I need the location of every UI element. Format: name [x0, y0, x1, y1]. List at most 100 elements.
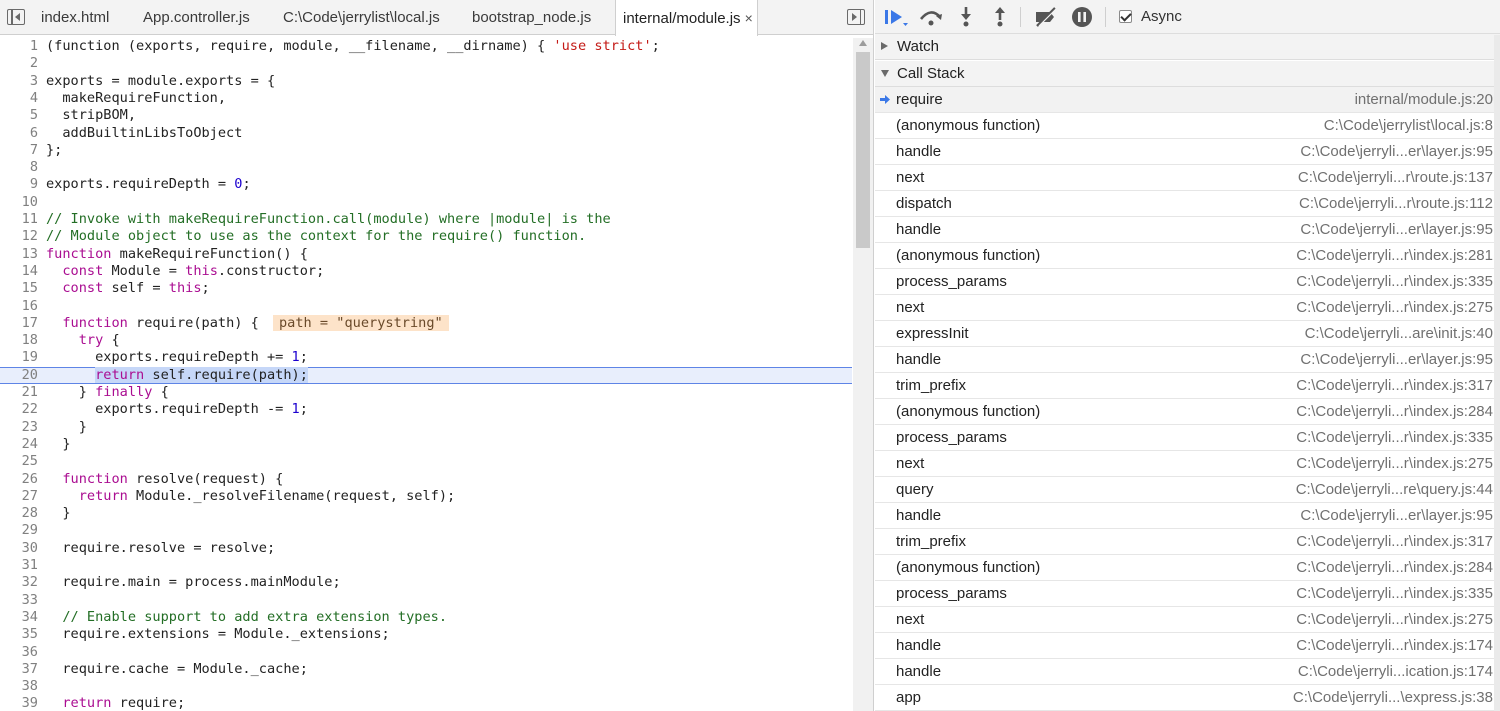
line-number[interactable]: 15 [0, 280, 38, 297]
line-number[interactable]: 1 [0, 38, 38, 55]
frame-location[interactable]: C:\Code\jerryli...r\index.js:275 [1296, 607, 1493, 633]
line-number[interactable]: 10 [0, 194, 38, 211]
toggle-debugger-icon[interactable] [847, 9, 865, 25]
frame-location[interactable]: C:\Code\jerryli...er\layer.js:95 [1300, 347, 1493, 373]
frame-location[interactable]: C:\Code\jerryli...er\layer.js:95 [1300, 139, 1493, 165]
line-number[interactable]: 26 [0, 471, 38, 488]
line-number[interactable]: 34 [0, 609, 38, 626]
frame-location[interactable]: C:\Code\jerryli...r\index.js:174 [1296, 633, 1493, 659]
line-number[interactable]: 19 [0, 349, 38, 366]
tab-app-controller-js[interactable]: App.controller.js [143, 0, 250, 35]
step-over-icon[interactable] [918, 4, 944, 30]
watch-section-header[interactable]: Watch [875, 34, 1500, 60]
line-number[interactable]: 5 [0, 107, 38, 124]
call-frame-row[interactable]: (anonymous function) C:\Code\jerryli...r\… [875, 555, 1500, 581]
line-number[interactable]: 4 [0, 90, 38, 107]
step-out-icon[interactable] [987, 4, 1013, 30]
frame-location[interactable]: C:\Code\jerrylist\local.js:8 [1324, 113, 1493, 139]
frame-location[interactable]: C:\Code\jerryli...ication.js:174 [1298, 659, 1493, 685]
line-number[interactable]: 12 [0, 228, 38, 245]
line-number[interactable]: 31 [0, 557, 38, 574]
line-number[interactable]: 33 [0, 592, 38, 609]
call-frame-row[interactable]: handle C:\Code\jerryli...ication.js:174 [875, 659, 1500, 685]
line-number[interactable]: 39 [0, 695, 38, 711]
line-number[interactable]: 13 [0, 246, 38, 263]
call-frame-row[interactable]: query C:\Code\jerryli...re\query.js:44 [875, 477, 1500, 503]
tab-index-html[interactable]: index.html [41, 0, 109, 35]
line-number[interactable]: 30 [0, 540, 38, 557]
call-frame-row[interactable]: dispatch C:\Code\jerryli...r\route.js:112 [875, 191, 1500, 217]
line-number[interactable]: 2 [0, 55, 38, 72]
tab-bootstrap-node-js[interactable]: bootstrap_node.js [472, 0, 591, 35]
call-frame-row[interactable]: trim_prefix C:\Code\jerryli...r\index.js:… [875, 529, 1500, 555]
line-number[interactable]: 22 [0, 401, 38, 418]
frame-location[interactable]: C:\Code\jerryli...re\query.js:44 [1296, 477, 1493, 503]
line-number[interactable]: 32 [0, 574, 38, 591]
call-frame-row[interactable]: next C:\Code\jerryli...r\index.js:275 [875, 295, 1500, 321]
scrollbar-thumb[interactable] [856, 52, 870, 248]
call-frame-row[interactable]: handle C:\Code\jerryli...er\layer.js:95 [875, 503, 1500, 529]
frame-location[interactable]: C:\Code\jerryli...r\route.js:112 [1299, 191, 1493, 217]
line-number[interactable]: 11 [0, 211, 38, 228]
frame-location[interactable]: C:\Code\jerryli...\express.js:38 [1293, 685, 1493, 711]
call-frame-row[interactable]: next C:\Code\jerryli...r\index.js:275 [875, 451, 1500, 477]
tab-local-js[interactable]: C:\Code\jerrylist\local.js [283, 0, 440, 35]
line-number[interactable]: 29 [0, 522, 38, 539]
call-frame-row[interactable]: expressInit C:\Code\jerryli...are\init.js… [875, 321, 1500, 347]
call-frame-row[interactable]: next C:\Code\jerryli...r\index.js:275 [875, 607, 1500, 633]
call-frame-row[interactable]: process_params C:\Code\jerryli...r\index.… [875, 425, 1500, 451]
call-frame-row[interactable]: process_params C:\Code\jerryli...r\index.… [875, 269, 1500, 295]
frame-location[interactable]: C:\Code\jerryli...er\layer.js:95 [1300, 217, 1493, 243]
frame-location[interactable]: internal/module.js:20 [1355, 87, 1493, 113]
call-frame-row[interactable]: trim_prefix C:\Code\jerryli...r\index.js:… [875, 373, 1500, 399]
frame-location[interactable]: C:\Code\jerryli...r\index.js:281 [1296, 243, 1493, 269]
call-frame-row[interactable]: (anonymous function) C:\Code\jerryli...r\… [875, 243, 1500, 269]
call-frame-row[interactable]: (anonymous function) C:\Code\jerrylist\lo… [875, 113, 1500, 139]
async-checkbox[interactable] [1119, 10, 1132, 23]
frame-location[interactable]: C:\Code\jerryli...r\index.js:335 [1296, 581, 1493, 607]
call-frame-row[interactable]: next C:\Code\jerryli...r\route.js:137 [875, 165, 1500, 191]
line-number[interactable]: 16 [0, 298, 38, 315]
frame-location[interactable]: C:\Code\jerryli...r\index.js:317 [1296, 529, 1493, 555]
call-frame-row[interactable]: handle C:\Code\jerryli...er\layer.js:95 [875, 217, 1500, 243]
deactivate-breakpoints-icon[interactable] [1033, 4, 1059, 30]
line-number[interactable]: 6 [0, 125, 38, 142]
line-number[interactable]: 14 [0, 263, 38, 280]
call-stack-section-header[interactable]: Call Stack [875, 61, 1500, 87]
step-into-icon[interactable] [953, 4, 979, 30]
line-number[interactable]: 28 [0, 505, 38, 522]
frame-location[interactable]: C:\Code\jerryli...r\index.js:275 [1296, 295, 1493, 321]
line-number[interactable]: 21 [0, 384, 38, 401]
line-number[interactable]: 23 [0, 419, 38, 436]
line-number[interactable]: 36 [0, 644, 38, 661]
frame-location[interactable]: C:\Code\jerryli...r\route.js:137 [1298, 165, 1493, 191]
pause-on-exceptions-icon[interactable] [1069, 4, 1095, 30]
frame-location[interactable]: C:\Code\jerryli...r\index.js:335 [1296, 269, 1493, 295]
call-frame-row[interactable]: handle C:\Code\jerryli...er\layer.js:95 [875, 347, 1500, 373]
resume-icon[interactable] [883, 4, 909, 30]
scroll-up-arrow-icon[interactable] [859, 40, 867, 46]
line-number[interactable]: 24 [0, 436, 38, 453]
line-number[interactable]: 17 [0, 315, 38, 332]
frame-location[interactable]: C:\Code\jerryli...r\index.js:284 [1296, 399, 1493, 425]
tab-internal-module-js[interactable]: internal/module.js × [615, 0, 758, 36]
editor-scrollbar[interactable] [853, 38, 873, 711]
line-number[interactable]: 20 [0, 367, 38, 383]
line-number[interactable]: 25 [0, 453, 38, 470]
call-frame-row[interactable]: require internal/module.js:20 [875, 87, 1500, 113]
toggle-navigator-icon[interactable] [7, 9, 25, 25]
line-number[interactable]: 3 [0, 73, 38, 90]
code-editor[interactable]: 1 (function (exports, require, module, __… [0, 38, 852, 711]
line-number[interactable]: 38 [0, 678, 38, 695]
call-frame-row[interactable]: app C:\Code\jerryli...\express.js:38 [875, 685, 1500, 711]
frame-location[interactable]: C:\Code\jerryli...are\init.js:40 [1305, 321, 1493, 347]
frame-location[interactable]: C:\Code\jerryli...r\index.js:275 [1296, 451, 1493, 477]
close-icon[interactable]: × [745, 0, 753, 36]
line-number[interactable]: 37 [0, 661, 38, 678]
frame-location[interactable]: C:\Code\jerryli...r\index.js:335 [1296, 425, 1493, 451]
line-number[interactable]: 27 [0, 488, 38, 505]
call-frame-row[interactable]: handle C:\Code\jerryli...r\index.js:174 [875, 633, 1500, 659]
call-frame-row[interactable]: (anonymous function) C:\Code\jerryli...r\… [875, 399, 1500, 425]
frame-location[interactable]: C:\Code\jerryli...r\index.js:317 [1296, 373, 1493, 399]
line-number[interactable]: 35 [0, 626, 38, 643]
